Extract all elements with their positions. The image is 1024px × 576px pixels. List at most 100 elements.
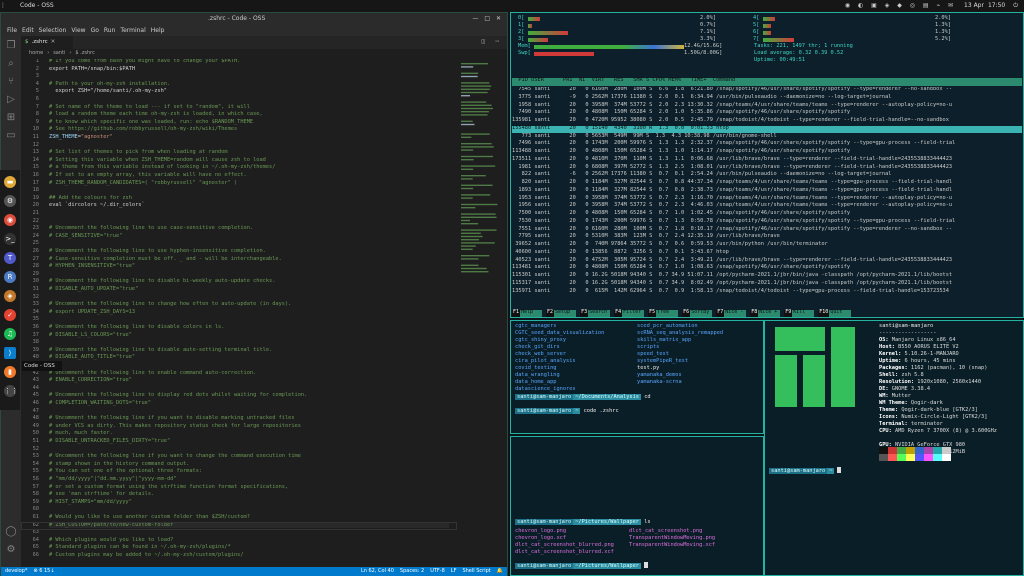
code-line[interactable]: # DISABLE_AUTO_TITLE="true" bbox=[49, 355, 135, 361]
tab-close-icon[interactable]: ✕ bbox=[51, 39, 56, 46]
menu-selection[interactable]: Selection bbox=[39, 27, 67, 34]
dbeaver-icon[interactable]: ◈ bbox=[4, 290, 16, 302]
process-row[interactable]: 1893 santi 20 0 1184M 327M 82544 S 0.7 0… bbox=[512, 187, 952, 193]
notes-icon[interactable]: ▮ bbox=[4, 366, 16, 378]
process-row[interactable]: 173511 santi 20 0 4810M 370M 110M S 1.3 … bbox=[512, 156, 952, 162]
maximize-icon[interactable]: □ bbox=[484, 16, 490, 22]
code-line[interactable]: # CASE_SENSITIVE="true" bbox=[49, 233, 122, 239]
power-icon[interactable]: ⏻ bbox=[1013, 3, 1018, 9]
menu-view[interactable]: View bbox=[71, 27, 85, 34]
htop-column-header[interactable]: PID USER PRI NI VIRT RES SHR S CPU% MEM%… bbox=[512, 77, 1022, 86]
rstudio-icon[interactable]: R bbox=[4, 271, 16, 283]
process-row[interactable]: 7545 santi 20 0 6160M 280M 100M S 6.6 1.… bbox=[512, 87, 952, 92]
apps-grid-icon[interactable]: ⋮⋮ bbox=[4, 385, 18, 397]
code-line[interactable]: eval `dircolors ~/.dir_colors` bbox=[49, 203, 145, 209]
eol-status[interactable]: LF bbox=[451, 569, 457, 574]
code-line[interactable]: # Custom plugins may be added to ~/.oh-m… bbox=[49, 552, 244, 558]
code-line[interactable]: # Case-sensitive completion must be off.… bbox=[49, 256, 282, 262]
code-line[interactable]: # much, much faster. bbox=[49, 431, 113, 437]
indentation-status[interactable]: Spaces: 2 bbox=[400, 569, 424, 574]
code-line[interactable]: # If set to an empty array, this variabl… bbox=[49, 172, 247, 178]
code-line[interactable]: # Would you like to use another custom f… bbox=[49, 514, 250, 520]
explorer-icon[interactable]: ❐ bbox=[5, 40, 17, 52]
code-line[interactable]: # Uncomment the following line if you wa… bbox=[49, 415, 295, 421]
clock-date[interactable]: 13 Apr bbox=[964, 3, 984, 9]
code-line[interactable]: # Set name of the theme to load --- if s… bbox=[49, 104, 250, 110]
process-row[interactable]: 135971 santi 20 0 615M 142M 62964 S 0.7 … bbox=[512, 288, 949, 294]
process-row[interactable]: 7496 santi 20 0 1743M 200M 59976 S 1.3 1… bbox=[512, 140, 955, 146]
code-line[interactable]: # DISABLE_AUTO_UPDATE="true" bbox=[49, 286, 138, 292]
breadcrumb-home[interactable]: home bbox=[29, 51, 43, 56]
run-debug-icon[interactable]: ▷ bbox=[5, 94, 17, 106]
encoding-status[interactable]: UTF-8 bbox=[430, 569, 445, 574]
chrome-icon[interactable]: ◉ bbox=[4, 214, 16, 226]
process-row[interactable]: 155480 santi 20 0 15140 4340 3100 R 1.3 … bbox=[512, 125, 729, 131]
code-line[interactable]: # Uncomment the following line to enable… bbox=[49, 370, 256, 376]
teams-icon[interactable]: T bbox=[4, 252, 16, 264]
process-row[interactable]: 1958 santi 20 0 3958M 374M 53772 S 2.0 2… bbox=[512, 102, 952, 108]
process-row[interactable]: 7530 santi 20 0 1743M 200M 59976 S 0.7 1… bbox=[512, 218, 955, 224]
remote-explorer-icon[interactable]: ▭ bbox=[5, 130, 17, 142]
fkey-nice[interactable]: F8 Nice + bbox=[750, 310, 781, 317]
code-line[interactable]: ## Add the colours for zsh bbox=[49, 195, 132, 201]
code-editor[interactable]: 1 # If you come from bash you might have … bbox=[21, 59, 459, 567]
breadcrumb-file[interactable]: $ .zshrc bbox=[75, 51, 94, 56]
code-line[interactable]: # to know which specific one was loaded,… bbox=[49, 119, 253, 125]
cursor-position[interactable]: Ln 62, Col 40 bbox=[361, 569, 394, 574]
extensions-icon[interactable]: ⊞ bbox=[5, 112, 17, 124]
fkey-nice[interactable]: F7 Nice - bbox=[716, 310, 747, 317]
process-row[interactable]: 40600 santi 20 0 13856 8872 3256 S 0.7 0… bbox=[512, 249, 729, 255]
menu-go[interactable]: Go bbox=[91, 27, 99, 34]
code-line[interactable]: # export UPDATE_ZSH_DAYS=13 bbox=[49, 309, 135, 315]
fkey-help[interactable]: F1 Help bbox=[512, 310, 543, 317]
process-row[interactable]: 7500 santi 20 0 4808M 150M 65284 S 0.7 1… bbox=[512, 210, 850, 216]
code-line[interactable]: # DISABLE_LS_COLORS="true" bbox=[49, 332, 132, 338]
fkey-search[interactable]: F3 Search bbox=[580, 310, 611, 317]
code-line[interactable]: # see 'man strftime' for details. bbox=[49, 491, 154, 497]
process-row[interactable]: 3775 santi -9 0 2562M 17376 11380 S 2.0 … bbox=[512, 94, 891, 100]
code-line[interactable]: # or set a custom format using the strft… bbox=[49, 484, 288, 490]
active-app-title[interactable]: Code - OSS bbox=[6, 3, 54, 9]
more-actions-icon[interactable]: ⋯ bbox=[495, 39, 499, 45]
code-line[interactable]: # Which plugins would you like to load? bbox=[49, 537, 173, 543]
minimize-icon[interactable]: — bbox=[472, 16, 478, 22]
process-row[interactable]: 1981 santi 20 0 6808M 397M 52772 S 1.3 2… bbox=[512, 164, 952, 170]
close-icon[interactable]: ✕ bbox=[496, 16, 501, 22]
code-line[interactable]: # HYPHEN_INSENSITIVE="true" bbox=[49, 263, 135, 269]
notifications-icon[interactable]: 🔔 bbox=[497, 569, 503, 574]
fkey-tree[interactable]: F5 Tree bbox=[648, 310, 679, 317]
terminal-top-left[interactable]: cgtc_managers sced_pcr_automation CGTC_see… bbox=[510, 320, 764, 434]
code-line[interactable]: # stamp shown in the history command out… bbox=[49, 461, 189, 467]
problems-status[interactable]: ⊗ 6 15↓ bbox=[33, 569, 54, 574]
code-line[interactable]: # Path to your oh-my-zsh installation. bbox=[49, 81, 170, 87]
code-line[interactable]: # Uncomment the following line if you wa… bbox=[49, 453, 301, 459]
process-row[interactable]: 113488 santi 20 0 4808M 150M 65284 S 1.3… bbox=[512, 148, 850, 154]
process-row[interactable]: 1956 santi 20 0 3958M 374M 53772 S 0.7 2… bbox=[512, 202, 952, 208]
code-line[interactable]: # Uncomment the following line to disabl… bbox=[49, 347, 272, 353]
code-line[interactable]: # ZSH_THEME_RANDOM_CANDIDATES=( "robbyru… bbox=[49, 180, 237, 186]
code-line[interactable]: # Uncomment the following line to displa… bbox=[49, 393, 307, 399]
search-icon[interactable]: ⌕ bbox=[5, 58, 17, 70]
code-line[interactable]: # Uncomment the following line to disabl… bbox=[49, 279, 275, 285]
code-line[interactable]: # Set list of themes to pick from when l… bbox=[49, 149, 228, 155]
clock-time[interactable]: 17:50 bbox=[988, 3, 1005, 9]
manage-gear-icon[interactable]: ⚙ bbox=[5, 544, 17, 556]
process-row[interactable]: 7795 santi 20 0 5310M 383M 123M S 0.7 2.… bbox=[512, 233, 780, 239]
code-line[interactable]: # Uncomment the following line to use ca… bbox=[49, 225, 253, 231]
tray-icons[interactable]: ◉ ◐ ▣ ◈ ◆ ◎ ▤ ⌁ ✉ bbox=[845, 3, 956, 9]
process-row[interactable]: 1953 santi 20 0 3958M 374M 53772 S 0.7 2… bbox=[512, 195, 952, 201]
fkey-filter[interactable]: F4 Filter bbox=[614, 310, 645, 317]
account-icon[interactable]: ◯ bbox=[5, 526, 17, 538]
process-row[interactable]: 135981 santi 20 0 4720M 95952 38080 S 2.… bbox=[512, 117, 949, 123]
vscode-icon[interactable]: ⟩ bbox=[4, 347, 16, 359]
code-line[interactable]: # You can set one of the optional three … bbox=[49, 469, 202, 475]
code-line[interactable]: # ZSH_CUSTOM=/path/to/new-custom-folder bbox=[49, 522, 449, 528]
process-row[interactable]: 39652 santi 20 0 740M 97864 35772 S 0.7 … bbox=[512, 241, 828, 247]
neofetch-terminal[interactable]: santi@sam-manjaro ------------------ OS: M… bbox=[764, 320, 1024, 576]
code-line[interactable]: # under VCS as dirty. This makes reposit… bbox=[49, 423, 301, 429]
process-row[interactable]: 115301 santi 20 0 16.2G 5018M 94340 S 0.… bbox=[512, 272, 952, 278]
todoist-icon[interactable]: ✓ bbox=[4, 309, 16, 321]
code-line[interactable]: # Uncomment the following line to use hy… bbox=[49, 248, 266, 254]
code-line[interactable]: # COMPLETION_WAITING_DOTS="true" bbox=[49, 400, 151, 406]
code-line[interactable]: # Uncomment the following line to disabl… bbox=[49, 324, 224, 330]
